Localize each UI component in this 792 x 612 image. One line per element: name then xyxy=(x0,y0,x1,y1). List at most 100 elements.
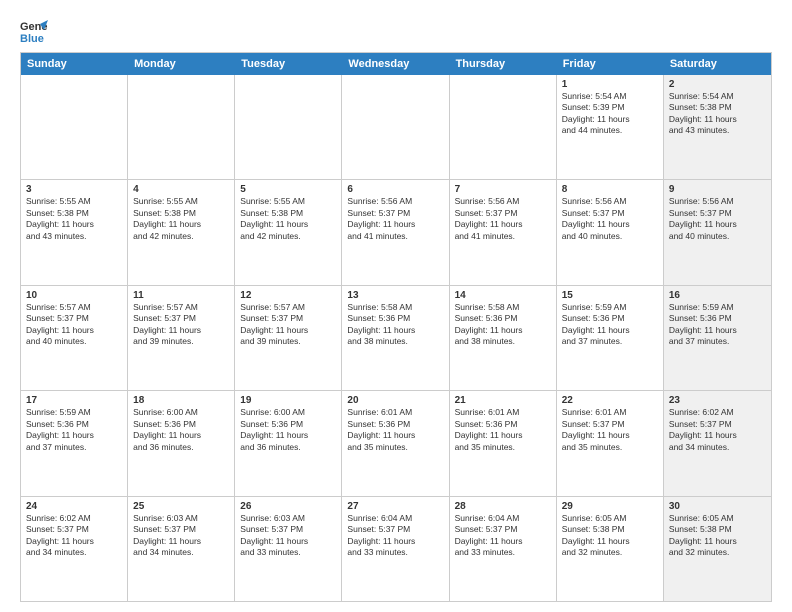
calendar-row: 10Sunrise: 5:57 AM Sunset: 5:37 PM Dayli… xyxy=(21,286,771,391)
day-number: 23 xyxy=(669,395,766,406)
calendar-cell xyxy=(235,75,342,179)
calendar-cell: 16Sunrise: 5:59 AM Sunset: 5:36 PM Dayli… xyxy=(664,286,771,390)
day-number: 20 xyxy=(347,395,443,406)
day-number: 19 xyxy=(240,395,336,406)
calendar-row: 24Sunrise: 6:02 AM Sunset: 5:37 PM Dayli… xyxy=(21,497,771,601)
day-info: Sunrise: 6:01 AM Sunset: 5:36 PM Dayligh… xyxy=(455,407,551,453)
calendar-cell: 3Sunrise: 5:55 AM Sunset: 5:38 PM Daylig… xyxy=(21,180,128,284)
day-number: 16 xyxy=(669,290,766,301)
day-number: 10 xyxy=(26,290,122,301)
calendar: SundayMondayTuesdayWednesdayThursdayFrid… xyxy=(20,52,772,602)
calendar-cell: 1Sunrise: 5:54 AM Sunset: 5:39 PM Daylig… xyxy=(557,75,664,179)
day-info: Sunrise: 6:03 AM Sunset: 5:37 PM Dayligh… xyxy=(133,513,229,559)
day-info: Sunrise: 6:03 AM Sunset: 5:37 PM Dayligh… xyxy=(240,513,336,559)
calendar-cell: 9Sunrise: 5:56 AM Sunset: 5:37 PM Daylig… xyxy=(664,180,771,284)
day-number: 5 xyxy=(240,184,336,195)
day-info: Sunrise: 6:00 AM Sunset: 5:36 PM Dayligh… xyxy=(240,407,336,453)
weekday-header: Wednesday xyxy=(342,53,449,75)
day-number: 26 xyxy=(240,501,336,512)
day-number: 24 xyxy=(26,501,122,512)
day-number: 1 xyxy=(562,79,658,90)
calendar-cell: 21Sunrise: 6:01 AM Sunset: 5:36 PM Dayli… xyxy=(450,391,557,495)
day-number: 21 xyxy=(455,395,551,406)
day-info: Sunrise: 6:01 AM Sunset: 5:37 PM Dayligh… xyxy=(562,407,658,453)
day-number: 18 xyxy=(133,395,229,406)
day-number: 29 xyxy=(562,501,658,512)
day-info: Sunrise: 5:57 AM Sunset: 5:37 PM Dayligh… xyxy=(133,302,229,348)
calendar-cell: 30Sunrise: 6:05 AM Sunset: 5:38 PM Dayli… xyxy=(664,497,771,601)
day-info: Sunrise: 5:56 AM Sunset: 5:37 PM Dayligh… xyxy=(562,196,658,242)
calendar-cell: 8Sunrise: 5:56 AM Sunset: 5:37 PM Daylig… xyxy=(557,180,664,284)
calendar-row: 3Sunrise: 5:55 AM Sunset: 5:38 PM Daylig… xyxy=(21,180,771,285)
calendar-row: 17Sunrise: 5:59 AM Sunset: 5:36 PM Dayli… xyxy=(21,391,771,496)
day-number: 7 xyxy=(455,184,551,195)
day-info: Sunrise: 5:56 AM Sunset: 5:37 PM Dayligh… xyxy=(347,196,443,242)
day-number: 4 xyxy=(133,184,229,195)
day-number: 12 xyxy=(240,290,336,301)
day-number: 2 xyxy=(669,79,766,90)
weekday-header: Saturday xyxy=(664,53,771,75)
day-info: Sunrise: 6:04 AM Sunset: 5:37 PM Dayligh… xyxy=(455,513,551,559)
day-info: Sunrise: 6:05 AM Sunset: 5:38 PM Dayligh… xyxy=(669,513,766,559)
day-info: Sunrise: 5:58 AM Sunset: 5:36 PM Dayligh… xyxy=(347,302,443,348)
day-info: Sunrise: 5:57 AM Sunset: 5:37 PM Dayligh… xyxy=(240,302,336,348)
day-number: 14 xyxy=(455,290,551,301)
day-info: Sunrise: 6:02 AM Sunset: 5:37 PM Dayligh… xyxy=(26,513,122,559)
day-info: Sunrise: 5:59 AM Sunset: 5:36 PM Dayligh… xyxy=(669,302,766,348)
weekday-header: Friday xyxy=(557,53,664,75)
calendar-cell: 25Sunrise: 6:03 AM Sunset: 5:37 PM Dayli… xyxy=(128,497,235,601)
weekday-header: Tuesday xyxy=(235,53,342,75)
day-info: Sunrise: 5:56 AM Sunset: 5:37 PM Dayligh… xyxy=(455,196,551,242)
calendar-cell: 11Sunrise: 5:57 AM Sunset: 5:37 PM Dayli… xyxy=(128,286,235,390)
calendar-cell: 23Sunrise: 6:02 AM Sunset: 5:37 PM Dayli… xyxy=(664,391,771,495)
day-info: Sunrise: 5:58 AM Sunset: 5:36 PM Dayligh… xyxy=(455,302,551,348)
calendar-cell: 24Sunrise: 6:02 AM Sunset: 5:37 PM Dayli… xyxy=(21,497,128,601)
day-info: Sunrise: 5:55 AM Sunset: 5:38 PM Dayligh… xyxy=(240,196,336,242)
day-number: 17 xyxy=(26,395,122,406)
calendar-cell: 10Sunrise: 5:57 AM Sunset: 5:37 PM Dayli… xyxy=(21,286,128,390)
calendar-cell xyxy=(128,75,235,179)
day-number: 6 xyxy=(347,184,443,195)
day-number: 28 xyxy=(455,501,551,512)
calendar-cell: 18Sunrise: 6:00 AM Sunset: 5:36 PM Dayli… xyxy=(128,391,235,495)
page: General Blue SundayMondayTuesdayWednesda… xyxy=(0,0,792,612)
weekday-header: Monday xyxy=(128,53,235,75)
day-info: Sunrise: 6:01 AM Sunset: 5:36 PM Dayligh… xyxy=(347,407,443,453)
day-number: 8 xyxy=(562,184,658,195)
day-info: Sunrise: 6:04 AM Sunset: 5:37 PM Dayligh… xyxy=(347,513,443,559)
calendar-header: SundayMondayTuesdayWednesdayThursdayFrid… xyxy=(21,53,771,75)
calendar-cell: 4Sunrise: 5:55 AM Sunset: 5:38 PM Daylig… xyxy=(128,180,235,284)
weekday-header: Sunday xyxy=(21,53,128,75)
calendar-cell xyxy=(450,75,557,179)
day-number: 9 xyxy=(669,184,766,195)
day-info: Sunrise: 6:00 AM Sunset: 5:36 PM Dayligh… xyxy=(133,407,229,453)
calendar-cell: 2Sunrise: 5:54 AM Sunset: 5:38 PM Daylig… xyxy=(664,75,771,179)
logo-icon: General Blue xyxy=(20,16,48,44)
day-number: 25 xyxy=(133,501,229,512)
day-info: Sunrise: 5:59 AM Sunset: 5:36 PM Dayligh… xyxy=(562,302,658,348)
calendar-cell: 13Sunrise: 5:58 AM Sunset: 5:36 PM Dayli… xyxy=(342,286,449,390)
day-number: 3 xyxy=(26,184,122,195)
calendar-cell: 14Sunrise: 5:58 AM Sunset: 5:36 PM Dayli… xyxy=(450,286,557,390)
day-info: Sunrise: 5:57 AM Sunset: 5:37 PM Dayligh… xyxy=(26,302,122,348)
day-info: Sunrise: 6:02 AM Sunset: 5:37 PM Dayligh… xyxy=(669,407,766,453)
calendar-cell: 20Sunrise: 6:01 AM Sunset: 5:36 PM Dayli… xyxy=(342,391,449,495)
day-info: Sunrise: 5:54 AM Sunset: 5:39 PM Dayligh… xyxy=(562,91,658,137)
day-info: Sunrise: 5:54 AM Sunset: 5:38 PM Dayligh… xyxy=(669,91,766,137)
day-info: Sunrise: 5:56 AM Sunset: 5:37 PM Dayligh… xyxy=(669,196,766,242)
calendar-cell: 27Sunrise: 6:04 AM Sunset: 5:37 PM Dayli… xyxy=(342,497,449,601)
day-info: Sunrise: 5:55 AM Sunset: 5:38 PM Dayligh… xyxy=(26,196,122,242)
calendar-cell: 5Sunrise: 5:55 AM Sunset: 5:38 PM Daylig… xyxy=(235,180,342,284)
day-info: Sunrise: 5:55 AM Sunset: 5:38 PM Dayligh… xyxy=(133,196,229,242)
calendar-cell: 29Sunrise: 6:05 AM Sunset: 5:38 PM Dayli… xyxy=(557,497,664,601)
svg-text:Blue: Blue xyxy=(20,33,44,44)
day-number: 27 xyxy=(347,501,443,512)
calendar-cell xyxy=(342,75,449,179)
calendar-cell: 15Sunrise: 5:59 AM Sunset: 5:36 PM Dayli… xyxy=(557,286,664,390)
calendar-body: 1Sunrise: 5:54 AM Sunset: 5:39 PM Daylig… xyxy=(21,75,771,601)
day-info: Sunrise: 6:05 AM Sunset: 5:38 PM Dayligh… xyxy=(562,513,658,559)
header: General Blue xyxy=(20,16,772,44)
calendar-cell: 26Sunrise: 6:03 AM Sunset: 5:37 PM Dayli… xyxy=(235,497,342,601)
weekday-header: Thursday xyxy=(450,53,557,75)
day-number: 30 xyxy=(669,501,766,512)
